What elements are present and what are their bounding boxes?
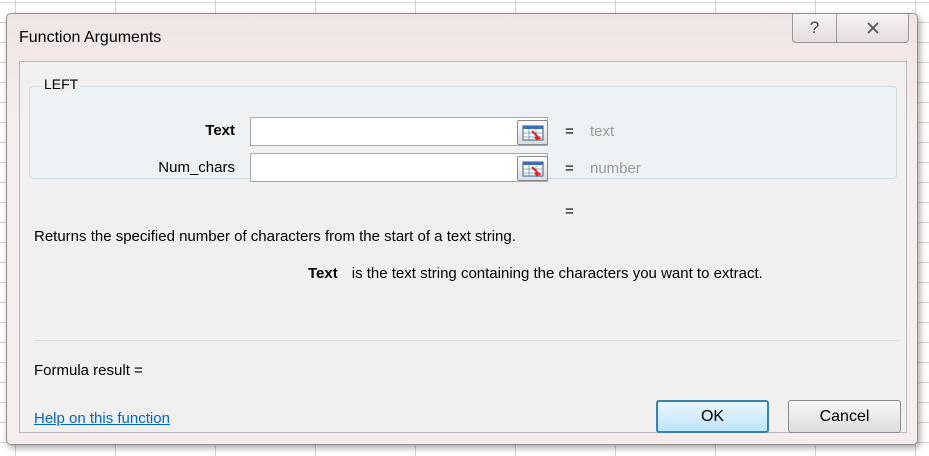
argument-description: Text is the text string containing the ch… [308, 265, 763, 282]
ok-button[interactable]: OK [656, 400, 769, 433]
function-arguments-dialog: Function Arguments ? LEFT Text = text Nu… [6, 13, 918, 445]
range-selector-icon [522, 161, 543, 177]
argument-description-text: is the text string containing the charac… [351, 265, 763, 282]
help-on-function-link[interactable]: Help on this function [34, 410, 170, 427]
arg-label-num-chars: Num_chars [158, 159, 235, 176]
argument-description-name: Text [308, 265, 338, 282]
close-button[interactable] [837, 14, 909, 43]
close-icon [866, 22, 879, 34]
dialog-client-area: LEFT Text = text Num_chars = number = Re… [19, 61, 907, 433]
num-chars-range-selector-button[interactable] [517, 156, 548, 181]
function-result-equals: = [565, 203, 574, 220]
caption-buttons: ? [792, 14, 909, 43]
arg-hint-number: number [590, 160, 641, 177]
formula-result: Formula result = [34, 362, 143, 379]
range-selector-icon [522, 125, 543, 141]
text-input[interactable] [250, 117, 548, 146]
arg-equals-number: = [565, 160, 574, 177]
help-button[interactable]: ? [792, 14, 837, 43]
text-range-selector-button[interactable] [517, 120, 548, 145]
function-description: Returns the specified number of characte… [34, 228, 516, 245]
cancel-button[interactable]: Cancel [788, 400, 901, 433]
arg-label-text: Text [205, 122, 235, 139]
num-chars-input[interactable] [250, 153, 548, 182]
arg-hint-text: text [590, 123, 615, 140]
arg-equals-text: = [565, 123, 574, 140]
dialog-title: Function Arguments [19, 29, 162, 46]
separator [34, 340, 900, 341]
function-name-label: LEFT [42, 76, 81, 92]
question-icon: ? [809, 18, 820, 37]
